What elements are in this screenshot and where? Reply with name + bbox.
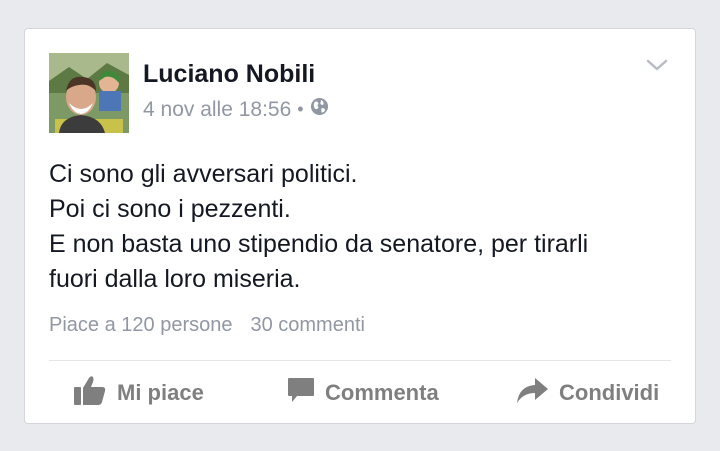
like-label: Mi piace <box>117 379 204 405</box>
post-card: Luciano Nobili 4 nov alle 18:56 • Ci son… <box>24 28 696 424</box>
meta-separator: • <box>297 99 304 119</box>
author-name[interactable]: Luciano Nobili <box>143 60 315 89</box>
share-arrow-icon <box>515 376 559 410</box>
post-timestamp[interactable]: 4 nov alle 18:56 <box>143 98 291 122</box>
post-text-line: Poi ci sono i pezzenti. <box>49 195 291 223</box>
share-button[interactable]: Condividi <box>515 361 659 424</box>
chevron-down-icon[interactable] <box>645 55 669 75</box>
likes-count[interactable]: Piace a 120 persone <box>49 314 232 336</box>
comments-count[interactable]: 30 commenti <box>250 314 365 336</box>
post-text-line: fuori dalla loro miseria. <box>49 265 301 293</box>
avatar[interactable] <box>49 53 129 133</box>
post-text-line: E non basta uno stipendio da senatore, p… <box>49 230 589 258</box>
post-stats: Piace a 120 persone 30 commenti <box>49 314 365 337</box>
post-meta: 4 nov alle 18:56 • <box>143 97 329 122</box>
thumbs-up-icon <box>73 374 117 412</box>
post-text: Ci sono gli avversari politici. Poi ci s… <box>49 157 679 297</box>
share-label: Condividi <box>559 379 660 405</box>
comment-button[interactable]: Commenta <box>287 361 439 424</box>
like-button[interactable]: Mi piace <box>73 361 204 424</box>
speech-bubble-icon <box>287 376 325 410</box>
action-bar: Mi piace Commenta Condividi <box>25 361 695 424</box>
comment-label: Commenta <box>325 379 439 405</box>
post-text-line: Ci sono gli avversari politici. <box>49 160 358 188</box>
globe-icon[interactable] <box>310 97 329 122</box>
